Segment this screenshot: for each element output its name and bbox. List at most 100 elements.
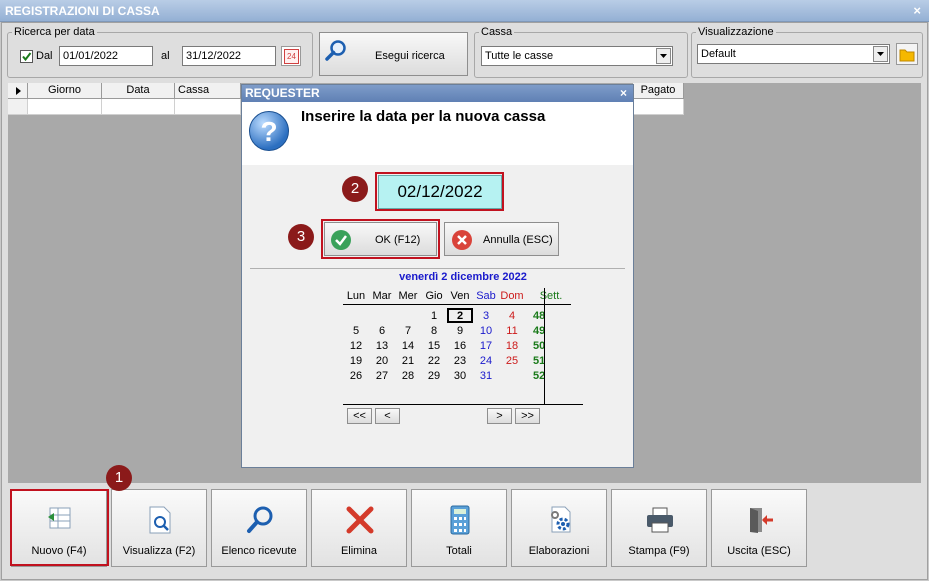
view-legend: Visualizzazione [698,26,774,38]
calendar-day[interactable]: 28 [395,368,421,383]
calendar-day[interactable]: 19 [343,353,369,368]
calendar-day[interactable]: 29 [421,368,447,383]
next-year-button[interactable]: >> [515,408,540,424]
calendar-day[interactable]: 17 [473,338,499,353]
calendar-day[interactable]: 7 [395,323,421,338]
exit-button[interactable]: Uscita (ESC) [711,489,807,567]
calendar-day[interactable]: 13 [369,338,395,353]
search-button-label: Esegui ricerca [375,50,445,62]
calendar-day[interactable]: 20 [369,353,395,368]
week-number: 50 [533,339,546,352]
delete-button[interactable]: Elimina [311,489,407,567]
window-close-button[interactable]: × [913,0,921,22]
calendar-day[interactable]: 1 [421,308,447,323]
column-header-data[interactable]: Data [102,83,175,99]
cancel-button-label: Annulla (ESC) [483,234,553,246]
exit-button-label: Uscita (ESC) [727,545,791,557]
calendar-day[interactable]: 3 [473,308,499,323]
calendar-empty-cell [499,368,525,383]
folder-icon [899,49,915,62]
delete-icon [346,506,374,534]
cancel-button[interactable]: Annulla (ESC) [444,222,559,256]
calendar-day[interactable]: 30 [447,368,473,383]
calendar-icon: 24 [284,49,299,64]
highlight-ok-button [321,219,440,259]
totals-button[interactable]: Totali [411,489,507,567]
calendar-grid: Lun Mar Mer Gio Ven Sab Dom Sett. 1 2 3 4 48 5 6 7 8 9 10 1… [343,288,583,383]
week-number: 52 [533,369,546,382]
calendar-day[interactable]: 21 [395,353,421,368]
calendar-day[interactable]: 16 [447,338,473,353]
view-select[interactable]: Default [697,44,890,64]
calendar-day[interactable]: 14 [395,338,421,353]
dialog-message: Inserire la data per la nuova cassa [301,108,546,125]
calendar-day[interactable]: 23 [447,353,473,368]
calendar-day[interactable]: 22 [421,353,447,368]
calendar-day[interactable]: 5 [343,323,369,338]
calendar-day[interactable]: 27 [369,368,395,383]
weekday-header: Sab [473,288,499,305]
calendar-day[interactable]: 25 [499,353,525,368]
search-icon [325,40,346,61]
chevron-down-icon[interactable] [656,48,671,64]
calendar-day[interactable]: 8 [421,323,447,338]
previous-year-button[interactable]: << [347,408,372,424]
dal-label: Dal [36,50,53,62]
window-title-bar: REGISTRAZIONI DI CASSA × [0,0,929,22]
column-header-pagato[interactable]: Pagato [633,83,684,99]
week-number: 49 [533,324,546,337]
dal-checkbox[interactable] [20,50,33,63]
calendar-day[interactable]: 15 [421,338,447,353]
weekday-header: Mar [369,288,395,305]
previous-month-button[interactable]: < [375,408,400,424]
calendar-day[interactable]: 26 [343,368,369,383]
cassa-select[interactable]: Tutte le casse [481,46,673,66]
receipts-list-label: Elenco ricevute [221,545,297,557]
table-cell[interactable] [102,99,175,115]
column-header-cassa[interactable]: Cassa [175,83,241,99]
chevron-down-icon[interactable] [873,46,888,62]
calendar-caption: venerdì 2 dicembre 2022 [399,271,527,283]
dialog-close-button[interactable]: × [620,85,627,102]
processing-button[interactable]: Elaborazioni [511,489,607,567]
highlight-new-button [10,489,109,566]
step-marker-3: 3 [288,224,314,250]
calendar-day[interactable]: 10 [473,323,499,338]
calendar-day[interactable]: 12 [343,338,369,353]
next-month-button[interactable]: > [487,408,512,424]
calendar-day[interactable]: 31 [473,368,499,383]
calculator-icon [450,505,470,535]
highlight-date-input [375,172,504,211]
calendar-empty-cell [369,308,395,323]
to-date-input[interactable]: 31/12/2022 [182,46,276,66]
calendar-day[interactable]: 9 [447,323,473,338]
open-folder-button[interactable] [896,43,918,65]
table-cell[interactable] [175,99,241,115]
weekday-header: Ven [447,288,473,305]
print-button[interactable]: Stampa (F9) [611,489,707,567]
calendar-day[interactable]: 2 [447,308,473,323]
bottom-toolbar: Nuovo (F4) Visualizza (F2) Elenco ricevu… [8,486,921,572]
table-row[interactable] [8,99,28,115]
requester-dialog: REQUESTER × ? Inserire la data per la nu… [241,84,634,468]
receipts-list-button[interactable]: Elenco ricevute [211,489,307,567]
search-button[interactable]: Esegui ricerca [319,32,468,76]
calendar-picker-button[interactable]: 24 [281,46,301,66]
step-marker-2: 2 [342,176,368,202]
calendar-day[interactable]: 18 [499,338,525,353]
cassa-select-value: Tutte le casse [485,50,554,62]
weekday-header: Mer [395,288,421,305]
from-date-input[interactable]: 01/01/2022 [59,46,153,66]
weekday-header: Dom [499,288,525,305]
column-header-giorno[interactable]: Giorno [28,83,102,99]
calendar-day[interactable]: 4 [499,308,525,323]
calendar-day[interactable]: 6 [369,323,395,338]
print-button-label: Stampa (F9) [628,545,690,557]
row-indicator-header [8,83,28,99]
dialog-title-bar: REQUESTER × [242,85,633,102]
calendar-day[interactable]: 11 [499,323,525,338]
table-cell[interactable] [28,99,102,115]
view-button[interactable]: Visualizza (F2) [111,489,207,567]
calendar-day[interactable]: 24 [473,353,499,368]
table-cell[interactable] [633,99,684,115]
